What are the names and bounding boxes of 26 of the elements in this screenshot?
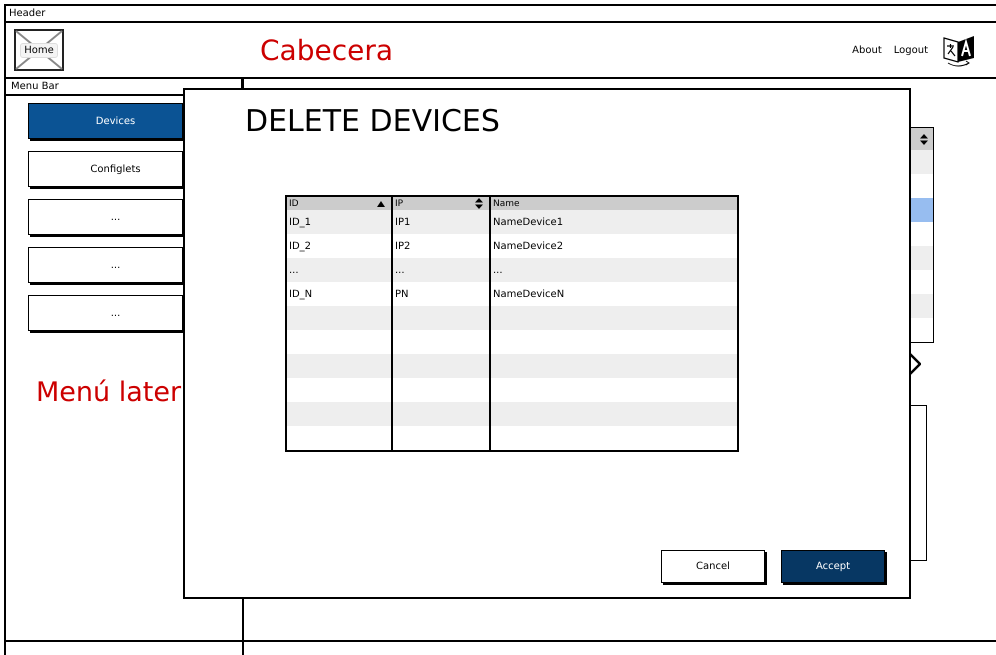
home-button[interactable]: Home <box>20 42 58 58</box>
header-title: Header <box>6 6 996 23</box>
chevron-right-icon[interactable] <box>909 353 921 375</box>
menu-note: Menú later <box>36 377 182 408</box>
table-cell-text: ID_2 <box>288 240 312 254</box>
column-header[interactable]: IP <box>391 197 489 210</box>
table-cell: ... <box>391 258 489 282</box>
nav-link[interactable]: About <box>852 44 882 56</box>
table-cell: NameDevice1 <box>489 210 737 234</box>
dialog-title: DELETE DEVICES <box>245 104 500 139</box>
menu-button[interactable]: ... <box>28 199 183 235</box>
table-cell: IP1 <box>391 210 489 234</box>
table-cell: ID_1 <box>287 210 391 234</box>
column-header[interactable]: ID <box>287 197 391 210</box>
accept-button[interactable]: Accept <box>781 550 885 583</box>
menu-button[interactable]: ... <box>28 295 183 331</box>
nav-link[interactable]: Logout <box>894 44 928 56</box>
menu-button[interactable]: Configlets <box>28 151 183 187</box>
table-cell: ... <box>287 258 391 282</box>
header-heading: Cabecera <box>260 34 393 66</box>
column-header[interactable]: Name <box>489 197 737 210</box>
table-cell: ... <box>489 258 737 282</box>
menu-button[interactable]: ... <box>28 247 183 283</box>
table-cell-text: ID_N <box>288 288 314 302</box>
cancel-button[interactable]: Cancel <box>661 550 765 583</box>
menu-button[interactable]: Devices <box>28 103 183 139</box>
